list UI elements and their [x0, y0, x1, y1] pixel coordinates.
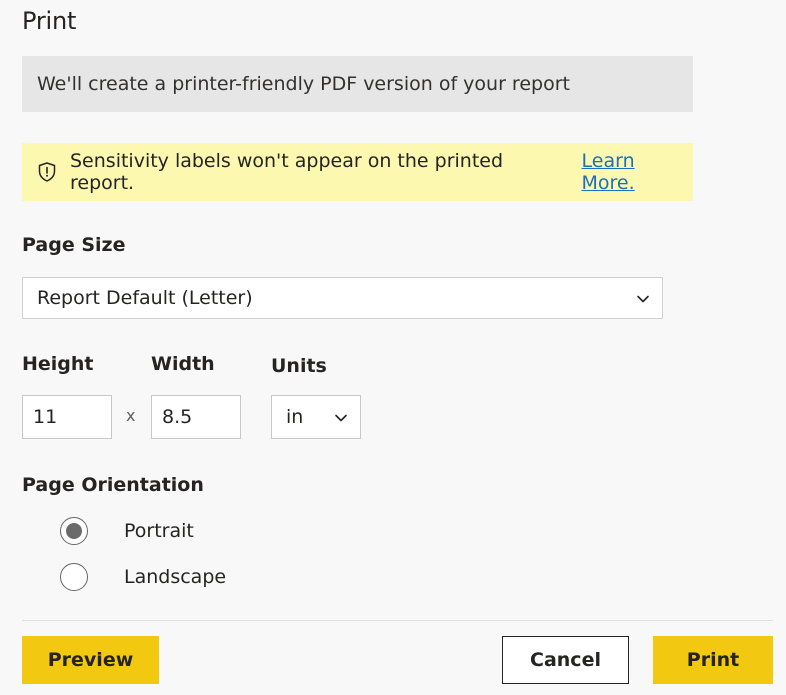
units-label: Units: [271, 355, 327, 377]
info-banner: We'll create a printer-friendly PDF vers…: [22, 56, 693, 112]
height-value: 11: [33, 406, 58, 428]
chevron-down-icon: [636, 289, 650, 303]
dimension-separator: x: [126, 406, 136, 425]
dialog-title: Print: [22, 7, 77, 35]
page-orientation-label: Page Orientation: [22, 474, 204, 496]
radio-button[interactable]: [60, 563, 88, 591]
units-dropdown[interactable]: in: [271, 395, 361, 439]
height-input[interactable]: 11: [22, 395, 112, 439]
preview-button[interactable]: Preview: [22, 636, 159, 684]
width-input[interactable]: 8.5: [151, 395, 241, 439]
footer-divider: [22, 620, 773, 621]
orientation-option-portrait[interactable]: Portrait: [60, 517, 194, 545]
radio-selected-dot: [66, 523, 82, 539]
info-text: We'll create a printer-friendly PDF vers…: [37, 73, 570, 95]
page-size-selected-value: Report Default (Letter): [37, 287, 253, 309]
units-selected-value: in: [286, 406, 304, 428]
width-label: Width: [151, 353, 215, 375]
radio-button-selected[interactable]: [60, 517, 88, 545]
cancel-button[interactable]: Cancel: [502, 636, 629, 684]
warning-text: Sensitivity labels won't appear on the p…: [70, 150, 504, 194]
print-button[interactable]: Print: [653, 636, 773, 684]
width-value: 8.5: [162, 406, 193, 428]
orientation-option-landscape[interactable]: Landscape: [60, 563, 226, 591]
landscape-label: Landscape: [124, 566, 227, 588]
page-size-label: Page Size: [22, 234, 126, 256]
page-size-dropdown[interactable]: Report Default (Letter): [22, 277, 663, 319]
shield-icon: [36, 161, 58, 183]
chevron-down-icon: [334, 408, 348, 422]
height-label: Height: [22, 353, 94, 375]
portrait-label: Portrait: [124, 520, 194, 542]
learn-more-link[interactable]: Learn More.: [582, 150, 693, 194]
sensitivity-warning-banner: Sensitivity labels won't appear on the p…: [22, 143, 693, 201]
